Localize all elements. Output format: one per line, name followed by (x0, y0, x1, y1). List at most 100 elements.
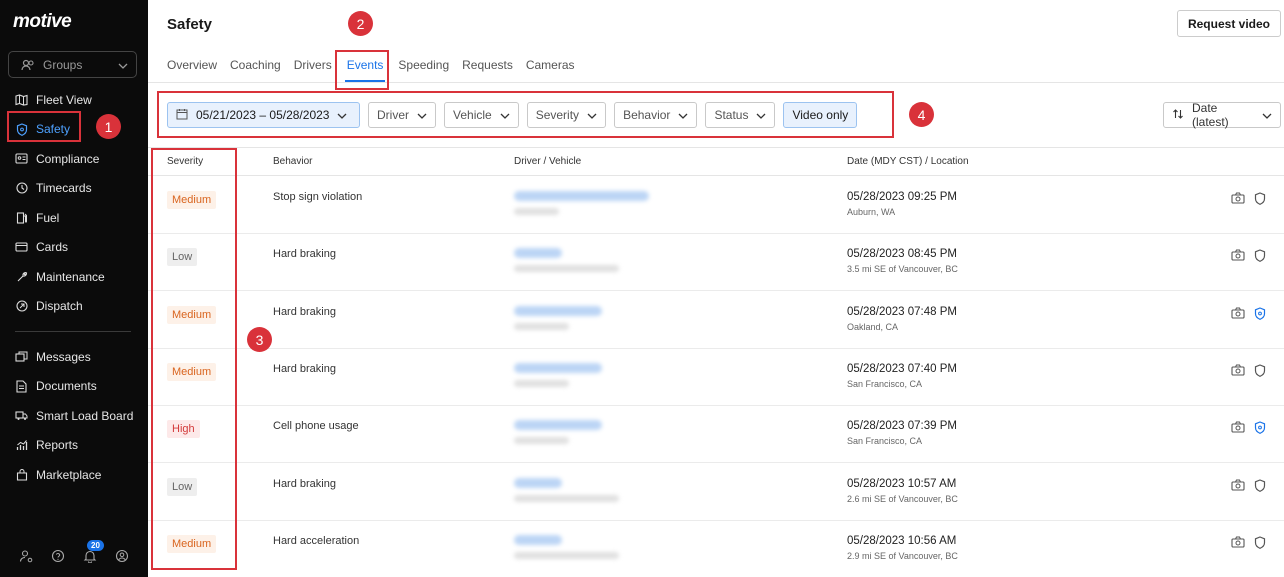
coaching-shield-icon[interactable] (1254, 536, 1266, 552)
camera-icon[interactable] (1231, 364, 1245, 380)
user-settings-icon[interactable] (19, 549, 33, 563)
sort-dropdown[interactable]: Date (latest) (1163, 101, 1281, 129)
groups-label: Groups (43, 57, 83, 72)
sidebar-item-label: Reports (36, 438, 79, 453)
chevron-down-icon (1262, 108, 1272, 122)
sidebar-item-messages[interactable]: Messages (0, 342, 148, 372)
behavior-label: Stop sign violation (273, 191, 363, 203)
driver-name-redacted[interactable] (514, 305, 602, 316)
table-row[interactable]: Medium Hard braking 05/28/2023 07:40 PM San… (148, 349, 1284, 406)
tab-speeding[interactable]: Speeding (398, 58, 449, 82)
sidebar-item-dispatch[interactable]: Dispatch (0, 292, 148, 322)
coaching-shield-icon[interactable] (1254, 249, 1266, 265)
camera-icon[interactable] (1231, 192, 1245, 208)
motive-logo[interactable]: motive (13, 11, 72, 33)
vehicle-name-redacted (514, 322, 569, 330)
event-location: San Francisco, CA (847, 436, 923, 447)
help-icon[interactable] (51, 549, 65, 563)
event-date: 05/28/2023 07:40 PM (847, 362, 957, 375)
camera-icon[interactable] (1231, 307, 1245, 323)
tab-drivers[interactable]: Drivers (294, 58, 332, 82)
clock-icon (15, 182, 28, 195)
sidebar-item-fuel[interactable]: Fuel (0, 203, 148, 233)
dispatch-icon (15, 300, 28, 313)
column-header-behavior[interactable]: Behavior (273, 156, 312, 167)
coaching-shield-icon[interactable] (1254, 306, 1266, 323)
event-date: 05/28/2023 08:45 PM (847, 248, 957, 261)
coaching-shield-icon[interactable] (1254, 364, 1266, 380)
sidebar-footer: 20 (0, 535, 148, 577)
wrench-icon (15, 270, 28, 283)
main-content: Safety Request video Overview Coaching D… (148, 0, 1284, 577)
tab-requests[interactable]: Requests (462, 58, 513, 82)
coaching-shield-icon[interactable] (1254, 192, 1266, 208)
sidebar-item-timecards[interactable]: Timecards (0, 174, 148, 204)
date-location-cell: 05/28/2023 09:25 PM Auburn, WA (847, 191, 957, 217)
driver-vehicle-cell[interactable] (514, 534, 619, 559)
driver-vehicle-cell[interactable] (514, 305, 602, 330)
behavior-label: Hard braking (273, 362, 336, 375)
camera-icon[interactable] (1231, 249, 1245, 265)
camera-icon[interactable] (1231, 421, 1245, 437)
table-row[interactable]: Low Hard braking 05/28/2023 10:57 AM 2.6 mi… (148, 464, 1284, 521)
column-header-date-location[interactable]: Date (MDY CST) / Location (847, 156, 969, 167)
event-date: 05/28/2023 09:25 PM (847, 191, 957, 203)
request-video-button[interactable]: Request video (1176, 10, 1281, 37)
camera-icon[interactable] (1231, 536, 1245, 552)
driver-name-redacted[interactable] (514, 420, 602, 431)
sidebar-item-documents[interactable]: Documents (0, 372, 148, 402)
sidebar-item-smart-load-board[interactable]: Smart Load Board (0, 401, 148, 431)
sidebar-item-maintenance[interactable]: Maintenance (0, 262, 148, 292)
annotation-box-filters (157, 91, 894, 138)
chart-icon (15, 439, 28, 452)
sidebar-item-compliance[interactable]: Compliance (0, 144, 148, 174)
driver-vehicle-cell[interactable] (514, 191, 649, 215)
groups-dropdown[interactable]: Groups (8, 51, 137, 78)
event-location: San Francisco, CA (847, 378, 923, 389)
driver-name-redacted[interactable] (514, 477, 562, 488)
sidebar-item-reports[interactable]: Reports (0, 431, 148, 461)
date-location-cell: 05/28/2023 07:40 PM San Francisco, CA (847, 363, 957, 389)
tab-coaching[interactable]: Coaching (230, 58, 281, 82)
driver-name-redacted[interactable] (514, 362, 602, 373)
driver-name-redacted[interactable] (514, 248, 562, 259)
table-row[interactable]: Medium Stop sign violation 05/28/2023 09:2… (148, 177, 1284, 234)
sidebar-item-label: Fleet View (36, 92, 92, 107)
camera-icon[interactable] (1231, 479, 1245, 495)
coaching-shield-icon[interactable] (1254, 421, 1266, 437)
bell-icon[interactable]: 20 (83, 540, 104, 563)
annotation-box-safety (7, 111, 81, 142)
coaching-shield-icon[interactable] (1254, 478, 1266, 495)
sidebar-item-marketplace[interactable]: Marketplace (0, 460, 148, 490)
driver-name-redacted[interactable] (514, 534, 562, 545)
driver-name-redacted[interactable] (514, 191, 649, 201)
sidebar: motive Groups Fleet View Safety Complian… (0, 0, 148, 577)
column-header-driver-vehicle[interactable]: Driver / Vehicle (514, 156, 581, 167)
truck-icon (15, 409, 28, 422)
tab-cameras[interactable]: Cameras (526, 58, 575, 82)
sidebar-item-label: Smart Load Board (36, 408, 134, 423)
event-date: 05/28/2023 10:56 AM (847, 534, 957, 547)
account-icon[interactable] (115, 549, 129, 563)
behavior-label: Hard braking (273, 248, 336, 261)
table-row[interactable]: Low Hard braking 05/28/2023 08:45 PM 3.5 mi… (148, 234, 1284, 292)
behavior-label: Cell phone usage (273, 420, 359, 433)
sidebar-item-cards[interactable]: Cards (0, 233, 148, 263)
event-location: 2.6 mi SE of Vancouver, BC (847, 493, 958, 504)
event-location: Oakland, CA (847, 321, 899, 332)
table-row[interactable]: Medium Hard acceleration 05/28/2023 10:56 … (148, 521, 1284, 577)
behavior-label: Hard braking (273, 477, 336, 490)
row-actions (1231, 478, 1266, 495)
event-date: 05/28/2023 07:48 PM (847, 305, 957, 318)
driver-vehicle-cell[interactable] (514, 362, 602, 387)
table-row[interactable]: Medium Hard braking 05/28/2023 07:48 PM Oak… (148, 292, 1284, 349)
table-row[interactable]: High Cell phone usage 05/28/2023 07:39 PM S… (148, 406, 1284, 464)
driver-vehicle-cell[interactable] (514, 248, 619, 273)
behavior-label: Hard braking (273, 305, 336, 318)
chevron-down-icon (118, 58, 128, 72)
driver-vehicle-cell[interactable] (514, 420, 602, 445)
tab-overview[interactable]: Overview (167, 58, 217, 82)
sort-label: Date (latest) (1192, 101, 1229, 129)
fuel-icon (15, 211, 28, 224)
driver-vehicle-cell[interactable] (514, 477, 619, 502)
